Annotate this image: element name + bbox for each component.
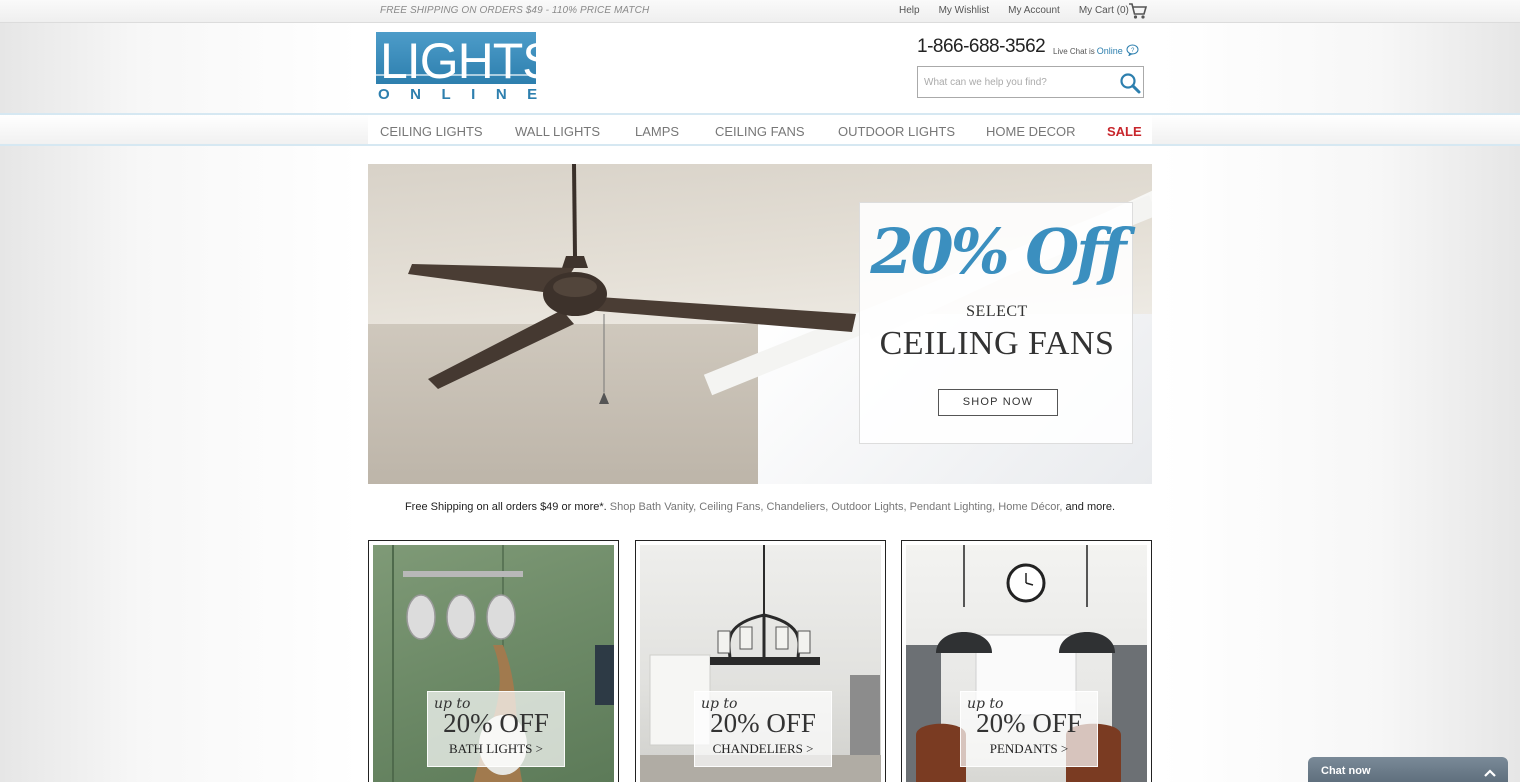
nav-home-decor[interactable]: HOME DECOR <box>986 124 1076 139</box>
phone-number[interactable]: 1-866-688-3562 <box>917 36 1046 58</box>
tile-discount: 20% OFF <box>710 708 816 738</box>
promo-text: FREE SHIPPING ON ORDERS $49 - 110% PRICE… <box>380 5 650 16</box>
logo-subtext: ONLINE <box>378 86 558 103</box>
wishlist-link[interactable]: My Wishlist <box>939 5 990 16</box>
shop-now-button[interactable]: SHOP NOW <box>938 389 1058 416</box>
cart-icon[interactable] <box>1128 2 1148 25</box>
search-input[interactable] <box>918 67 1113 97</box>
chat-widget[interactable]: Chat now <box>1308 757 1508 782</box>
chat-bubble-icon: ? <box>1126 44 1139 58</box>
tile-category: CHANDELIERS > <box>712 741 814 756</box>
shipping-category-links[interactable]: Shop Bath Vanity, Ceiling Fans, Chandeli… <box>610 501 1063 513</box>
nav-outdoor-lights[interactable]: OUTDOOR LIGHTS <box>838 124 955 139</box>
chat-now-label: Chat now <box>1321 765 1371 777</box>
hero-discount: 20% Off <box>870 215 1126 288</box>
nav-sale[interactable]: SALE <box>1107 124 1142 139</box>
hero-banner[interactable]: 20% Off SELECT CEILING FANS SHOP NOW <box>368 164 1152 484</box>
search-box <box>917 66 1144 98</box>
tile-chandeliers[interactable]: up to 20% OFF CHANDELIERS > <box>635 540 886 782</box>
tile-pendants[interactable]: up to 20% OFF PENDANTS > <box>901 540 1152 782</box>
site-logo[interactable]: LIGHTS ONLINE <box>376 32 558 103</box>
shipping-info: Free Shipping on all orders $49 or more*… <box>368 501 1152 513</box>
logo-wordmark: LIGHTS <box>380 33 536 84</box>
top-links: Help My Wishlist My Account My Cart (0) <box>899 5 1137 16</box>
hero-select-label: SELECT <box>966 303 1028 320</box>
help-link[interactable]: Help <box>899 5 920 16</box>
live-chat-status[interactable]: Live Chat is Online ? <box>1053 44 1139 58</box>
tile-category: PENDANTS > <box>989 741 1069 756</box>
cart-link[interactable]: My Cart (0) <box>1079 5 1129 16</box>
hero-promo-panel: 20% Off SELECT CEILING FANS SHOP NOW <box>859 202 1133 444</box>
main-nav: CEILING LIGHTS WALL LIGHTS LAMPS CEILING… <box>0 113 1520 146</box>
shipping-lead: Free Shipping on all orders $49 or more*… <box>404 501 607 513</box>
ceiling-fan-image <box>408 164 856 404</box>
livechat-online: Online <box>1096 46 1123 56</box>
hero-category: CEILING FANS <box>879 325 1115 362</box>
chevron-up-icon[interactable] <box>1483 765 1497 782</box>
tile-discount: 20% OFF <box>976 708 1082 738</box>
tile-bath-lights[interactable]: up to 20% OFF BATH LIGHTS > <box>368 540 619 782</box>
nav-wall-lights[interactable]: WALL LIGHTS <box>515 124 600 139</box>
chandeliers-label: up to 20% OFF CHANDELIERS > <box>694 691 832 767</box>
nav-ceiling-fans[interactable]: CEILING FANS <box>715 124 805 139</box>
tile-discount: 20% OFF <box>443 708 549 738</box>
svg-text:?: ? <box>1131 48 1135 54</box>
search-icon[interactable] <box>1119 72 1141 99</box>
tile-category: BATH LIGHTS > <box>449 741 543 756</box>
account-link[interactable]: My Account <box>1008 5 1060 16</box>
pendants-label: up to 20% OFF PENDANTS > <box>960 691 1098 767</box>
site-header: LIGHTS ONLINE 1-866-688-3562 Live Chat i… <box>0 23 1520 113</box>
bath-lights-label: up to 20% OFF BATH LIGHTS > <box>427 691 565 767</box>
nav-ceiling-lights[interactable]: CEILING LIGHTS <box>380 124 483 139</box>
top-bar: FREE SHIPPING ON ORDERS $49 - 110% PRICE… <box>0 0 1520 23</box>
livechat-prefix: Live Chat is <box>1053 46 1095 56</box>
nav-lamps[interactable]: LAMPS <box>635 124 679 139</box>
shipping-tail: and more. <box>1065 501 1116 513</box>
